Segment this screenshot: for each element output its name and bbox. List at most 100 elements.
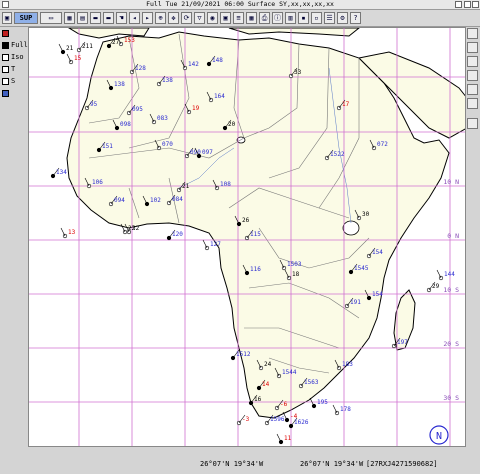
pan-icon[interactable]: ✥	[168, 12, 179, 24]
station-value: 29	[432, 283, 440, 290]
checkbox-icon[interactable]	[2, 65, 9, 73]
station-value: 070	[162, 141, 173, 148]
status-bar: 26°07'N 19°34'W 26°07'N 19°34'W [27RXJ42…	[0, 448, 480, 474]
prev-icon[interactable]: ◂	[129, 12, 140, 24]
toolbar: ▣ SUP ▭ ▦ ▤ ▬ ▬ ☚ ◂ ▸ ⊕ ✥ ⟳ ▽ ◉ ▣ ≡ ▦ ⎙ …	[0, 10, 480, 27]
map-canvas[interactable]: 21 211 15 27 153 128 138 95 142 148 164 138 098 095 08…	[28, 27, 466, 447]
station-value: 120	[172, 231, 183, 238]
station-value: 083	[157, 115, 168, 122]
layer-item-iso[interactable]: Iso	[2, 53, 24, 62]
station-value: 138	[162, 77, 173, 84]
checkbox-icon[interactable]	[2, 41, 9, 49]
station-value: 154	[372, 291, 383, 298]
layer-panel: Full Iso T S	[0, 27, 28, 467]
compass-icon[interactable]: N	[429, 425, 449, 445]
info-icon[interactable]: ⓘ	[272, 12, 283, 24]
station-value: 116	[250, 266, 261, 273]
checkbox-icon[interactable]	[2, 53, 9, 61]
station-value: 16	[254, 396, 262, 403]
zoom-icon[interactable]: ⊕	[155, 12, 166, 24]
station-value: 1596	[270, 416, 285, 423]
station-value: 17	[342, 101, 350, 108]
filter-icon[interactable]: ▽	[194, 12, 205, 24]
map-icon[interactable]: ▤	[77, 12, 88, 24]
tool-grid-icon[interactable]	[467, 118, 478, 129]
tool-pen-icon[interactable]	[467, 56, 478, 67]
station-value: 1563	[304, 379, 319, 386]
refresh-icon[interactable]: ⟳	[181, 12, 192, 24]
tag-icon[interactable]: ▬	[103, 12, 114, 24]
station-value: 13	[68, 229, 76, 236]
title-bar: Full Tue 21/09/2021 06:00 Surface SY,xx,…	[0, 0, 480, 10]
station-value: 142	[188, 61, 199, 68]
station-value: 138	[114, 81, 125, 88]
chart-icon[interactable]: ▥	[285, 12, 296, 24]
tool-arrow-icon[interactable]	[467, 28, 478, 39]
lock-icon[interactable]: ▣	[220, 12, 231, 24]
tool-lock-icon[interactable]	[467, 98, 478, 109]
station-value: 1512	[236, 351, 251, 358]
save-icon[interactable]: ▪	[298, 12, 309, 24]
app-icon[interactable]: ▣	[2, 12, 12, 24]
eye-icon[interactable]: ◉	[207, 12, 218, 24]
grid-toggle-icon[interactable]: ▦	[246, 12, 257, 24]
latitude-label: 0 N	[447, 232, 459, 240]
print-icon[interactable]: ⎙	[259, 12, 270, 24]
next-icon[interactable]: ▸	[142, 12, 153, 24]
africa-map: 21 2111527 1531281389514214816413809809508…	[29, 28, 465, 446]
layers-icon[interactable]: ≡	[233, 12, 244, 24]
settings-icon[interactable]: ⚙	[337, 12, 348, 24]
layer-item-s[interactable]: S	[2, 77, 15, 86]
station-value: 211	[82, 43, 93, 50]
station-value: 084	[172, 196, 183, 203]
cursor-coord-1: 26°07'N 19°34'W	[200, 460, 264, 468]
station-value: 11	[284, 435, 292, 442]
station-value: 24	[264, 361, 272, 368]
cursor-coord-2: 26°07'N 19°34'W	[300, 460, 364, 468]
right-toolpanel	[466, 10, 480, 140]
layer-item-full[interactable]: Full	[2, 41, 28, 50]
compass-label: N	[436, 431, 442, 442]
station-value: 33	[294, 69, 302, 76]
station-value: -6	[280, 401, 288, 408]
station-value: 095	[132, 106, 143, 113]
minimize-icon[interactable]	[455, 1, 462, 8]
grid-icon[interactable]: ▦	[64, 12, 75, 24]
station-value: 18	[292, 271, 300, 278]
station-value: 21	[66, 45, 74, 52]
maximize-icon[interactable]	[464, 1, 471, 8]
station-value: 14	[262, 381, 270, 388]
close-icon[interactable]	[472, 1, 479, 8]
station-value: 148	[212, 57, 223, 64]
station-value: 15	[74, 55, 82, 62]
station-value: 27	[112, 39, 120, 46]
layer-item[interactable]	[2, 29, 11, 38]
tool-zoom-icon[interactable]	[467, 42, 478, 53]
help-icon[interactable]: ?	[350, 12, 361, 24]
checkbox-icon[interactable]	[2, 29, 9, 37]
open-icon[interactable]: ▫	[311, 12, 322, 24]
station-value: 1522	[330, 151, 345, 158]
latitude-label: 10 N	[443, 178, 459, 186]
station-value: 95	[90, 101, 98, 108]
checkbox-icon[interactable]	[2, 77, 9, 85]
list-icon[interactable]: ☰	[324, 12, 335, 24]
layer-item-t[interactable]: T	[2, 65, 15, 74]
tool-flag-icon[interactable]	[467, 70, 478, 81]
station-value: 21	[182, 183, 190, 190]
station-value: 134	[56, 169, 67, 176]
station-value: 115	[250, 231, 261, 238]
tool-marker-icon[interactable]	[467, 84, 478, 95]
hand-icon[interactable]: ☚	[116, 12, 127, 24]
sup-button[interactable]: SUP	[14, 12, 38, 24]
station-value: 19	[192, 105, 200, 112]
flag-icon[interactable]: ▬	[90, 12, 101, 24]
station-value: 191	[350, 299, 361, 306]
layer-item-extra[interactable]	[2, 89, 11, 98]
checkbox-icon[interactable]	[2, 89, 9, 97]
station-value: 197	[397, 339, 408, 346]
station-value: 151	[102, 143, 113, 150]
station-value: 164	[214, 93, 225, 100]
layer-button[interactable]: ▭	[40, 12, 62, 24]
latitude-label: 10 S	[443, 286, 459, 294]
